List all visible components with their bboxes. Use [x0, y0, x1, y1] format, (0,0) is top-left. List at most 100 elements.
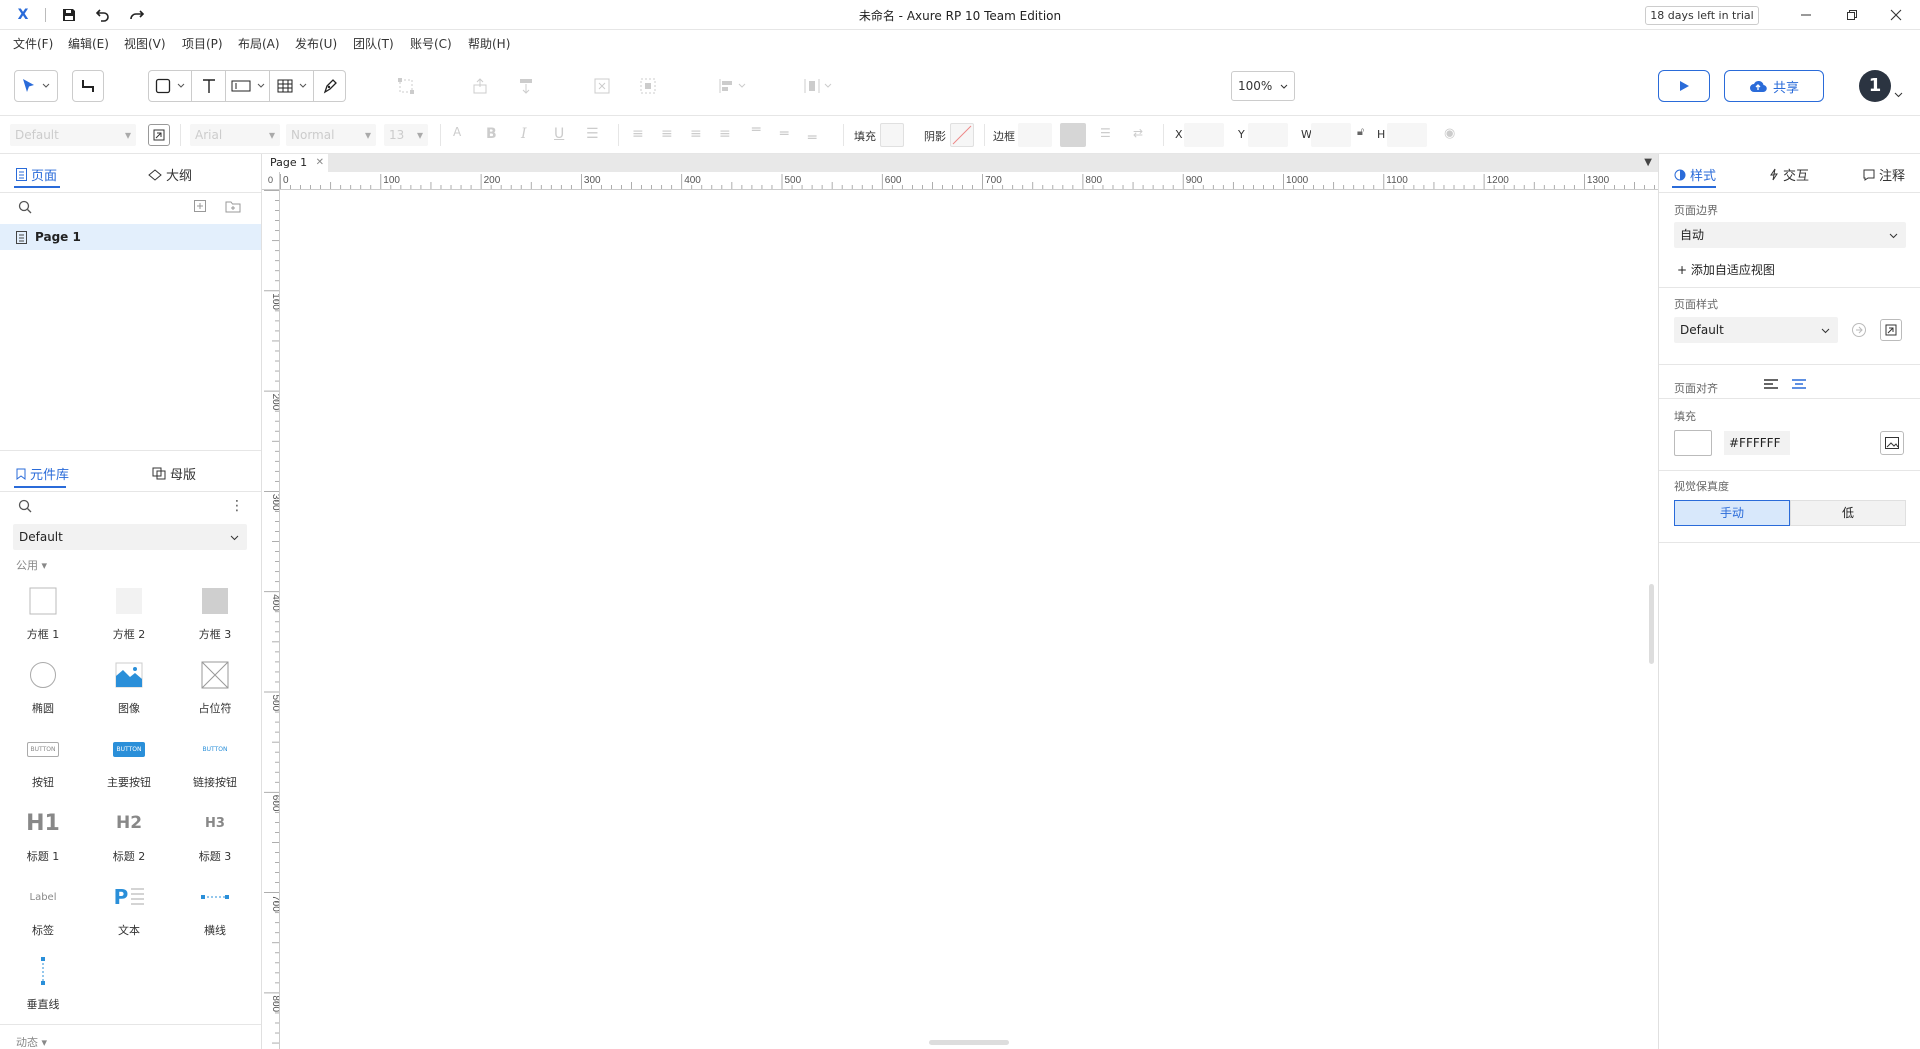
zoom-select[interactable]: 100% [1231, 71, 1295, 101]
widget-box2[interactable]: 方框 2 [86, 578, 172, 652]
widget-paragraph[interactable]: P 文本 [86, 874, 172, 948]
widget-heading1[interactable]: H1 标题 1 [0, 800, 86, 874]
preview-button[interactable] [1658, 70, 1710, 102]
align-center-icon[interactable]: ≡ [661, 126, 673, 142]
widget-image[interactable]: 图像 [86, 652, 172, 726]
add-adaptive-view-link[interactable]: + 添加自适应视图 [1677, 261, 1775, 278]
menu-project[interactable]: 项目(P) [182, 35, 223, 52]
avatar[interactable]: 1 [1859, 70, 1891, 102]
valign-bottom-icon[interactable]: ═ [808, 130, 816, 146]
rectangle-tool-button[interactable] [148, 70, 192, 102]
tab-overflow-icon[interactable]: ▼ [1644, 157, 1652, 168]
y-input[interactable] [1248, 123, 1288, 147]
valign-top-icon[interactable]: ═ [752, 122, 760, 138]
ungroup-icon[interactable] [634, 72, 662, 100]
menu-help[interactable]: 帮助(H) [468, 35, 510, 52]
tab-outline[interactable]: 大纲 [148, 165, 192, 184]
trial-badge[interactable]: 18 days left in trial [1645, 6, 1759, 25]
fill-color-swatch[interactable] [1674, 430, 1712, 456]
edit-style-icon[interactable] [1880, 319, 1902, 341]
page-bounds-select[interactable]: 自动 [1674, 222, 1906, 248]
chevron-down-icon[interactable] [1894, 90, 1903, 101]
minimize-icon[interactable] [1791, 4, 1821, 26]
search-icon[interactable] [18, 200, 32, 217]
library-select[interactable]: Default [13, 524, 247, 550]
tab-library[interactable]: 元件库 [16, 464, 69, 483]
pen-tool-button[interactable] [314, 70, 346, 102]
fill-hex-input[interactable]: #FFFFFF [1724, 431, 1790, 455]
widget-box3[interactable]: 方框 3 [172, 578, 258, 652]
bring-front-icon[interactable] [466, 72, 494, 100]
group-icon[interactable] [392, 72, 420, 100]
page-list-item[interactable]: Page 1 [0, 224, 261, 250]
page-tab[interactable]: Page 1 ✕ [262, 154, 328, 172]
list-icon[interactable]: ☰ [586, 126, 599, 142]
close-tab-icon[interactable]: ✕ [316, 154, 324, 172]
border-arrow-icon[interactable]: ⇄ [1133, 126, 1143, 140]
share-button[interactable]: 共享 [1724, 70, 1824, 102]
widget-link-button[interactable]: BUTTON 链接按钮 [172, 726, 258, 800]
fill-image-icon[interactable] [1880, 431, 1904, 455]
add-folder-icon[interactable] [225, 199, 241, 216]
style-select[interactable]: Default ▾ [10, 124, 136, 146]
vertical-ruler[interactable]: 100 200 300 400 500 600 700 800 [262, 190, 280, 1049]
font-size-select[interactable]: 13 ▾ [384, 124, 428, 146]
style-edit-icon[interactable] [148, 124, 170, 146]
valign-middle-icon[interactable]: ═ [780, 126, 788, 142]
restore-icon[interactable] [1837, 4, 1867, 26]
input-tool-button[interactable] [226, 70, 270, 102]
tab-pages[interactable]: 页面 [16, 165, 57, 184]
apply-style-icon[interactable] [1851, 322, 1867, 341]
font-family-select[interactable]: Arial ▾ [190, 124, 280, 146]
fidelity-manual-button[interactable]: 手动 [1674, 500, 1790, 526]
widget-label[interactable]: Label 标签 [0, 874, 86, 948]
lock-icon[interactable]: 🔓︎ [1357, 125, 1364, 139]
ruler-corner[interactable]: 0 [262, 172, 280, 190]
widget-heading2[interactable]: H2 标题 2 [86, 800, 172, 874]
border-width-input[interactable] [1018, 123, 1052, 147]
tab-style[interactable]: 样式 [1674, 165, 1716, 184]
border-style-icon[interactable]: ☰ [1100, 126, 1111, 140]
x-input[interactable] [1184, 123, 1224, 147]
widget-primary-button[interactable]: BUTTON 主要按钮 [86, 726, 172, 800]
group-common-label[interactable]: 公用 ▾ [16, 557, 47, 573]
justify-icon[interactable]: ≡ [719, 126, 731, 142]
group-dynamic-label[interactable]: 动态 ▾ [16, 1034, 47, 1049]
text-tool-button[interactable] [192, 70, 226, 102]
tab-masters[interactable]: 母版 [152, 464, 196, 483]
more-options-icon[interactable]: ⋮ [230, 499, 244, 513]
font-color-icon[interactable]: A [453, 125, 461, 139]
horizontal-ruler[interactable]: 0 100 200 300 400 500 600 700 800 900 1000 1100 1200… [280, 172, 1658, 190]
select-tool-button[interactable] [14, 70, 58, 102]
font-weight-select[interactable]: Normal ▾ [286, 124, 376, 146]
w-input[interactable] [1311, 123, 1351, 147]
underline-icon[interactable]: U [554, 126, 564, 142]
align-left-icon[interactable] [1763, 378, 1779, 395]
tab-notes[interactable]: 注释 [1863, 165, 1905, 184]
close-window-icon[interactable] [1881, 4, 1911, 26]
fill-color-swatch[interactable] [880, 123, 904, 147]
tab-interaction[interactable]: 交互 [1769, 165, 1809, 184]
bold-icon[interactable]: B [486, 126, 497, 142]
menu-publish[interactable]: 发布(U) [295, 35, 337, 52]
border-color-swatch[interactable] [1060, 123, 1086, 147]
horizontal-scrollbar[interactable] [929, 1040, 1009, 1045]
combine-icon[interactable] [588, 72, 616, 100]
connector-tool-button[interactable] [72, 70, 104, 102]
distribute-icon[interactable] [798, 72, 838, 100]
align-left-icon[interactable]: ≡ [632, 126, 644, 142]
table-tool-button[interactable] [270, 70, 314, 102]
menu-account[interactable]: 账号(C) [410, 35, 452, 52]
page-style-select[interactable]: Default [1674, 317, 1838, 343]
menu-view[interactable]: 视图(V) [124, 35, 166, 52]
shadow-swatch[interactable] [950, 123, 974, 147]
align-icon[interactable] [712, 72, 752, 100]
widget-ellipse[interactable]: 椭圆 [0, 652, 86, 726]
add-page-icon[interactable] [193, 199, 207, 216]
fidelity-low-button[interactable]: 低 [1790, 500, 1906, 526]
italic-icon[interactable]: I [521, 126, 527, 142]
widget-box1[interactable]: 方框 1 [0, 578, 86, 652]
library-search-icon[interactable] [18, 499, 32, 516]
menu-layout[interactable]: 布局(A) [238, 35, 280, 52]
vertical-scrollbar[interactable] [1649, 584, 1654, 664]
